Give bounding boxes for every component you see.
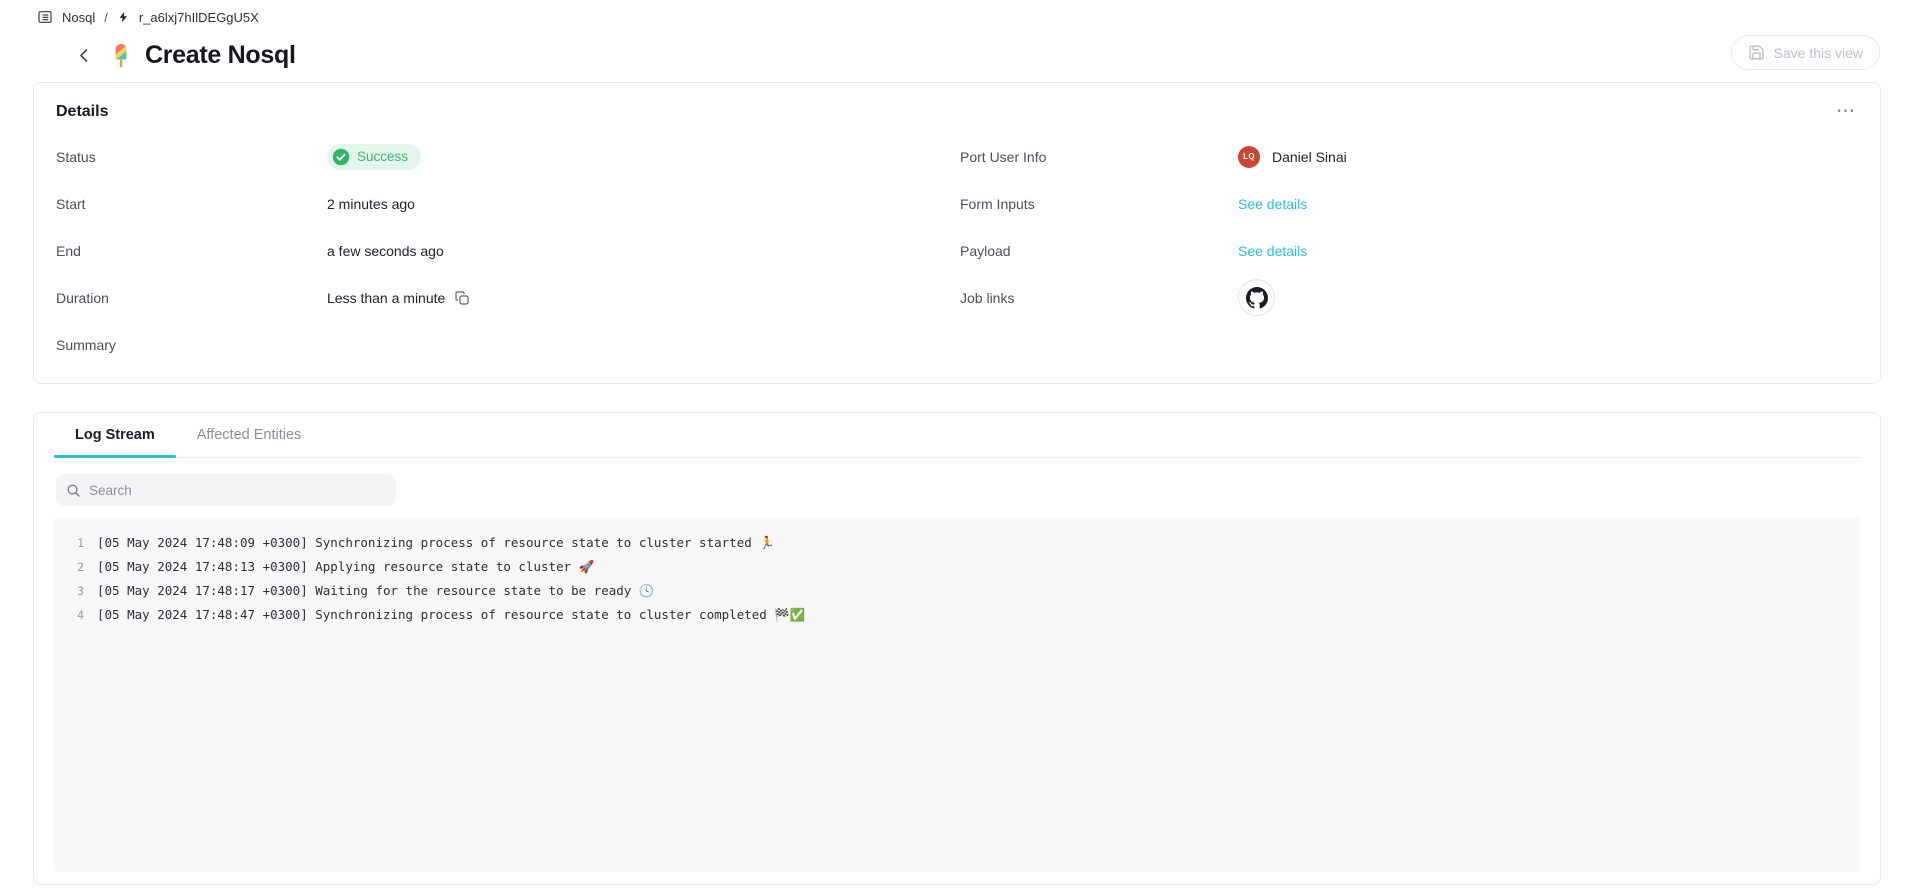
save-floppy-icon bbox=[1748, 44, 1765, 61]
page-title: Create Nosql bbox=[145, 41, 296, 70]
back-button[interactable] bbox=[71, 42, 97, 68]
job-links-label: Job links bbox=[960, 290, 1238, 306]
end-row: End a few seconds ago bbox=[56, 227, 960, 274]
status-label: Status bbox=[56, 149, 327, 165]
log-line-number: 3 bbox=[54, 584, 84, 598]
breadcrumb-separator: / bbox=[104, 10, 108, 25]
duration-label: Duration bbox=[56, 290, 327, 306]
payload-see-details-link[interactable]: See details bbox=[1238, 243, 1307, 259]
copy-icon[interactable] bbox=[454, 290, 470, 306]
search-input[interactable] bbox=[89, 483, 386, 498]
job-links-row: Job links bbox=[960, 274, 1858, 321]
lightning-icon bbox=[117, 10, 130, 24]
port-user-label: Port User Info bbox=[960, 149, 1238, 165]
status-badge-label: Success bbox=[357, 149, 408, 164]
summary-label: Summary bbox=[56, 337, 327, 353]
top-bar: Nosql / r_a6lxj7hIlDEGgU5X Create bbox=[0, 0, 1910, 74]
github-icon bbox=[1246, 287, 1268, 309]
log-line: 3 [05 May 2024 17:48:17 +0300] Waiting f… bbox=[54, 579, 1860, 603]
start-row: Start 2 minutes ago bbox=[56, 180, 960, 227]
status-row: Status Success bbox=[56, 133, 960, 180]
log-search-box bbox=[56, 474, 396, 506]
details-grid: Status Success Port User Info LQ Daniel … bbox=[56, 133, 1858, 368]
log-line-text: [05 May 2024 17:48:47 +0300] Synchronizi… bbox=[97, 607, 805, 623]
search-icon bbox=[66, 483, 81, 498]
tab-bar: Log Stream Affected Entities bbox=[54, 413, 1860, 458]
details-menu-button[interactable]: ⋯ bbox=[1834, 107, 1858, 117]
start-value: 2 minutes ago bbox=[327, 196, 415, 212]
save-view-label: Save this view bbox=[1774, 45, 1863, 61]
log-line-text: [05 May 2024 17:48:09 +0300] Synchronizi… bbox=[97, 535, 775, 551]
breadcrumb: Nosql / r_a6lxj7hIlDEGgU5X bbox=[37, 9, 1910, 25]
github-link-button[interactable] bbox=[1238, 279, 1275, 316]
empty-cell bbox=[960, 321, 1858, 368]
payload-row: Payload See details bbox=[960, 227, 1858, 274]
end-value: a few seconds ago bbox=[327, 243, 444, 259]
breadcrumb-run-id[interactable]: r_a6lxj7hIlDEGgU5X bbox=[139, 10, 259, 25]
log-line-number: 1 bbox=[54, 536, 84, 550]
log-stream-area: 1 [05 May 2024 17:48:09 +0300] Synchroni… bbox=[54, 518, 1860, 872]
payload-label: Payload bbox=[960, 243, 1238, 259]
tab-log-stream[interactable]: Log Stream bbox=[54, 413, 176, 457]
port-user-row: Port User Info LQ Daniel Sinai bbox=[960, 133, 1858, 180]
form-inputs-row: Form Inputs See details bbox=[960, 180, 1858, 227]
tab-affected-entities[interactable]: Affected Entities bbox=[176, 413, 323, 457]
user-avatar: LQ bbox=[1238, 146, 1260, 168]
check-circle-icon bbox=[332, 148, 350, 166]
blueprint-list-icon bbox=[37, 9, 53, 25]
log-line-number: 4 bbox=[54, 608, 84, 622]
form-inputs-see-details-link[interactable]: See details bbox=[1238, 196, 1307, 212]
start-label: Start bbox=[56, 196, 327, 212]
action-popsicle-icon bbox=[110, 42, 132, 69]
duration-value: Less than a minute bbox=[327, 290, 445, 306]
form-inputs-label: Form Inputs bbox=[960, 196, 1238, 212]
user-name: Daniel Sinai bbox=[1272, 149, 1347, 165]
end-label: End bbox=[56, 243, 327, 259]
log-line-number: 2 bbox=[54, 560, 84, 574]
log-line-text: [05 May 2024 17:48:13 +0300] Applying re… bbox=[97, 559, 594, 575]
log-line-text: [05 May 2024 17:48:17 +0300] Waiting for… bbox=[97, 583, 654, 599]
breadcrumb-parent[interactable]: Nosql bbox=[62, 10, 95, 25]
title-row: Create Nosql bbox=[71, 36, 1910, 74]
log-line: 1 [05 May 2024 17:48:09 +0300] Synchroni… bbox=[54, 531, 1860, 555]
details-card: Details ⋯ Status Success Port User Info … bbox=[33, 82, 1881, 384]
details-title: Details bbox=[56, 103, 108, 121]
summary-row: Summary bbox=[56, 321, 960, 368]
log-line: 4 [05 May 2024 17:48:47 +0300] Synchroni… bbox=[54, 603, 1860, 627]
log-line: 2 [05 May 2024 17:48:13 +0300] Applying … bbox=[54, 555, 1860, 579]
duration-row: Duration Less than a minute bbox=[56, 274, 960, 321]
status-badge: Success bbox=[327, 144, 421, 170]
save-view-button[interactable]: Save this view bbox=[1731, 35, 1880, 70]
log-card: Log Stream Affected Entities 1 [05 May 2… bbox=[33, 412, 1881, 885]
